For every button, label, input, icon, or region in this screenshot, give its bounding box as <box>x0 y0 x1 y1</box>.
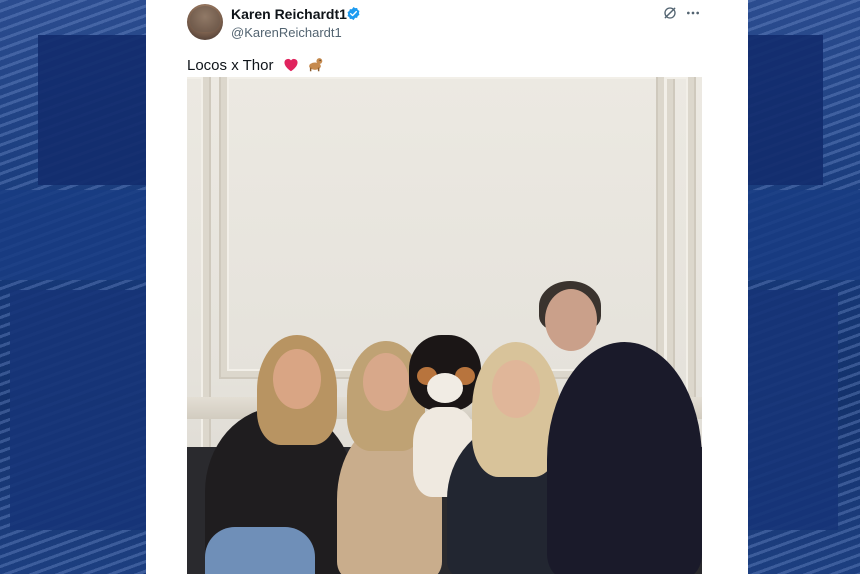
dog-icon <box>308 58 323 72</box>
background-block <box>748 190 860 280</box>
background-left <box>0 0 146 574</box>
person-face <box>363 353 409 411</box>
verified-badge-icon <box>347 6 360 21</box>
background-block <box>0 190 146 280</box>
tweet-card: Karen Reichardt1 @KarenReichardt1 Locos … <box>146 0 748 574</box>
red-heart-icon <box>284 58 298 72</box>
person-face <box>492 360 540 418</box>
person-jeans <box>205 527 315 574</box>
display-name[interactable]: Karen Reichardt1 <box>231 6 347 22</box>
more-icon[interactable] <box>685 5 701 21</box>
tweet-text-content: Locos x Thor <box>187 57 274 74</box>
background-block <box>748 290 838 530</box>
person-face <box>273 349 321 409</box>
background-right <box>748 0 860 574</box>
wall-molding <box>187 77 209 503</box>
avatar-image <box>190 6 220 32</box>
grok-icon[interactable] <box>662 5 678 21</box>
background-block <box>38 35 146 185</box>
person-figure <box>547 342 702 574</box>
background-block <box>748 35 823 185</box>
user-handle[interactable]: @KarenReichardt1 <box>231 25 342 40</box>
avatar[interactable] <box>187 4 223 40</box>
background-block <box>10 290 146 530</box>
tweet-photo[interactable] <box>187 77 702 574</box>
dog-muzzle <box>427 373 463 403</box>
person-face <box>545 289 597 351</box>
wall-molding <box>221 77 673 377</box>
tweet-text: Locos x Thor <box>187 56 324 74</box>
